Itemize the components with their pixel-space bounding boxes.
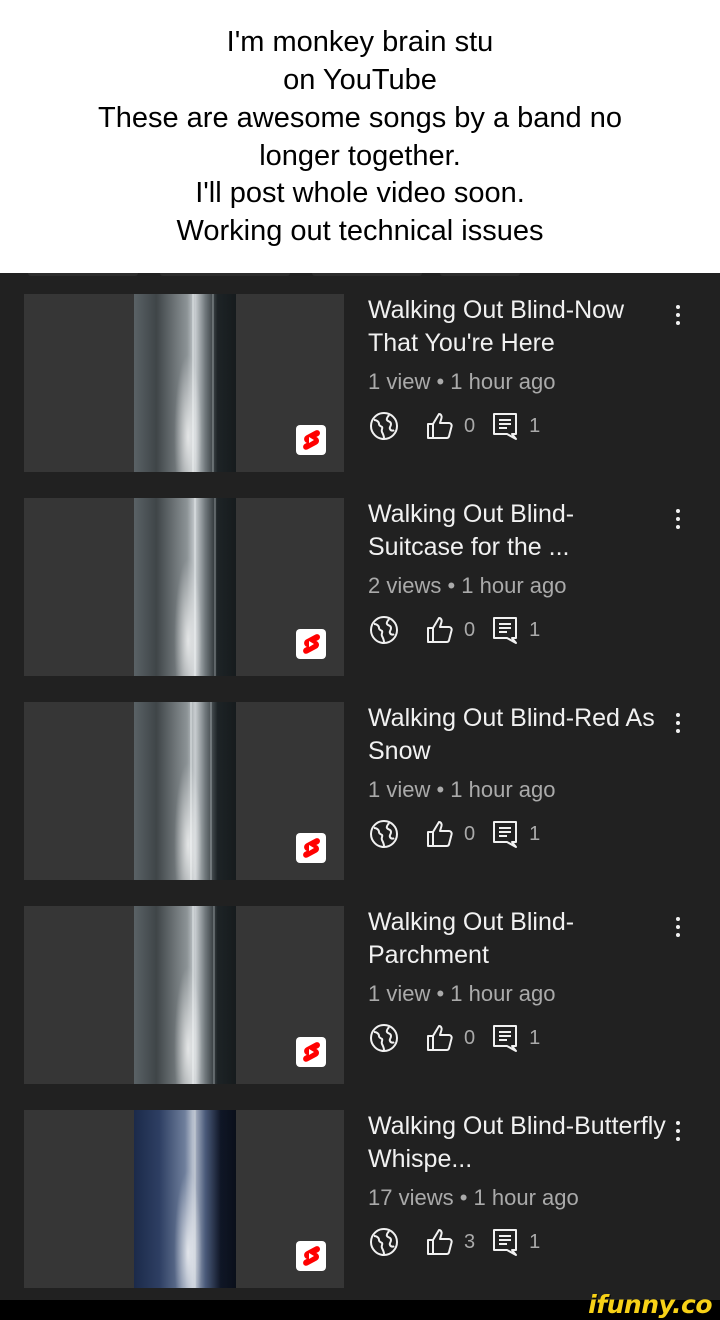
filter-chip-remnant xyxy=(28,273,138,276)
globe-icon xyxy=(370,820,398,848)
comment-icon xyxy=(493,1025,518,1052)
thumbs-up-icon xyxy=(427,413,453,439)
comment-count: 1 xyxy=(529,1027,541,1049)
like-count: 0 xyxy=(464,415,476,437)
thumbs-up-icon xyxy=(427,1229,453,1255)
thumbnail-frame xyxy=(134,906,236,1084)
comment-icon xyxy=(493,1229,518,1256)
video-meta: 1 view • 1 hour ago xyxy=(368,369,556,394)
caption-line: longer together. xyxy=(259,139,461,172)
video-thumbnail[interactable] xyxy=(24,906,344,1084)
thumbs-up-icon xyxy=(427,821,453,847)
caption-line: I'll post whole video soon. xyxy=(195,177,525,210)
video-list-item[interactable]: Walking Out Blind-Parchment 1 view • 1 h… xyxy=(0,906,720,1084)
video-list: Walking Out Blind-Now That You're Here 1… xyxy=(0,273,720,1300)
caption-line: Working out technical issues xyxy=(176,214,544,247)
comment-count: 1 xyxy=(529,823,541,845)
like-count: 3 xyxy=(464,1231,476,1253)
thumbnail-frame xyxy=(134,1110,236,1288)
comment-icon xyxy=(493,821,518,848)
ifunny-watermark: ifunny.co xyxy=(588,1290,712,1319)
more-vert-icon[interactable] xyxy=(668,914,688,944)
shorts-icon xyxy=(296,629,326,659)
caption-line: These are awesome songs by a band no xyxy=(98,101,622,134)
video-thumbnail[interactable] xyxy=(24,1110,344,1288)
like-count: 0 xyxy=(464,823,476,845)
meme-caption: I'm monkey brain stu on YouTube These ar… xyxy=(0,0,720,273)
video-list-item[interactable]: Walking Out Blind-Suitcase for the ... 2… xyxy=(0,498,720,676)
video-meta: 1 view • 1 hour ago xyxy=(368,981,556,1006)
like-count: 0 xyxy=(464,619,476,641)
comment-count: 1 xyxy=(529,619,541,641)
video-title[interactable]: Walking Out Blind-Now That You're Here xyxy=(368,294,668,360)
video-stats: 0 1 xyxy=(368,817,668,851)
video-title[interactable]: Walking Out Blind-Butterfly Whispe... xyxy=(368,1110,668,1176)
video-title[interactable]: Walking Out Blind-Suitcase for the ... xyxy=(368,498,668,564)
video-stats: 0 1 xyxy=(368,613,668,647)
thumbnail-frame xyxy=(134,294,236,472)
more-vert-icon[interactable] xyxy=(668,1118,688,1148)
video-stats: 0 1 xyxy=(368,1021,668,1055)
comment-count: 1 xyxy=(529,415,541,437)
video-meta: 1 view • 1 hour ago xyxy=(368,777,556,802)
globe-icon xyxy=(370,1024,398,1052)
filter-chip-remnant xyxy=(312,273,422,276)
comment-icon xyxy=(493,617,518,644)
video-thumbnail[interactable] xyxy=(24,498,344,676)
comment-count: 1 xyxy=(529,1231,541,1253)
filter-chip-remnant xyxy=(160,273,290,276)
shorts-icon xyxy=(296,1037,326,1067)
thumbs-up-icon xyxy=(427,617,453,643)
more-vert-icon[interactable] xyxy=(668,506,688,536)
thumbs-up-icon xyxy=(427,1025,453,1051)
video-list-item[interactable]: Walking Out Blind-Red As Snow 1 view • 1… xyxy=(0,702,720,880)
video-title[interactable]: Walking Out Blind-Red As Snow xyxy=(368,702,668,768)
video-stats: 3 1 xyxy=(368,1225,668,1259)
filter-chip-remnant xyxy=(440,273,520,276)
video-thumbnail[interactable] xyxy=(24,294,344,472)
video-list-item[interactable]: Walking Out Blind-Now That You're Here 1… xyxy=(0,294,720,472)
shorts-icon xyxy=(296,1241,326,1271)
shorts-icon xyxy=(296,425,326,455)
video-meta: 2 views • 1 hour ago xyxy=(368,573,567,598)
like-count: 0 xyxy=(464,1027,476,1049)
thumbnail-frame xyxy=(134,702,236,880)
video-title[interactable]: Walking Out Blind-Parchment xyxy=(368,906,668,972)
caption-line: I'm monkey brain stu xyxy=(226,26,494,59)
video-stats: 0 1 xyxy=(368,409,668,443)
video-meta: 17 views • 1 hour ago xyxy=(368,1185,579,1210)
globe-icon xyxy=(370,616,398,644)
more-vert-icon[interactable] xyxy=(668,302,688,332)
globe-icon xyxy=(370,412,398,440)
shorts-icon xyxy=(296,833,326,863)
comment-icon xyxy=(493,413,518,440)
video-list-item[interactable]: Walking Out Blind-Butterfly Whispe... 17… xyxy=(0,1110,720,1288)
globe-icon xyxy=(370,1228,398,1256)
thumbnail-frame xyxy=(134,498,236,676)
caption-line: on YouTube xyxy=(283,64,437,97)
more-vert-icon[interactable] xyxy=(668,710,688,740)
video-thumbnail[interactable] xyxy=(24,702,344,880)
